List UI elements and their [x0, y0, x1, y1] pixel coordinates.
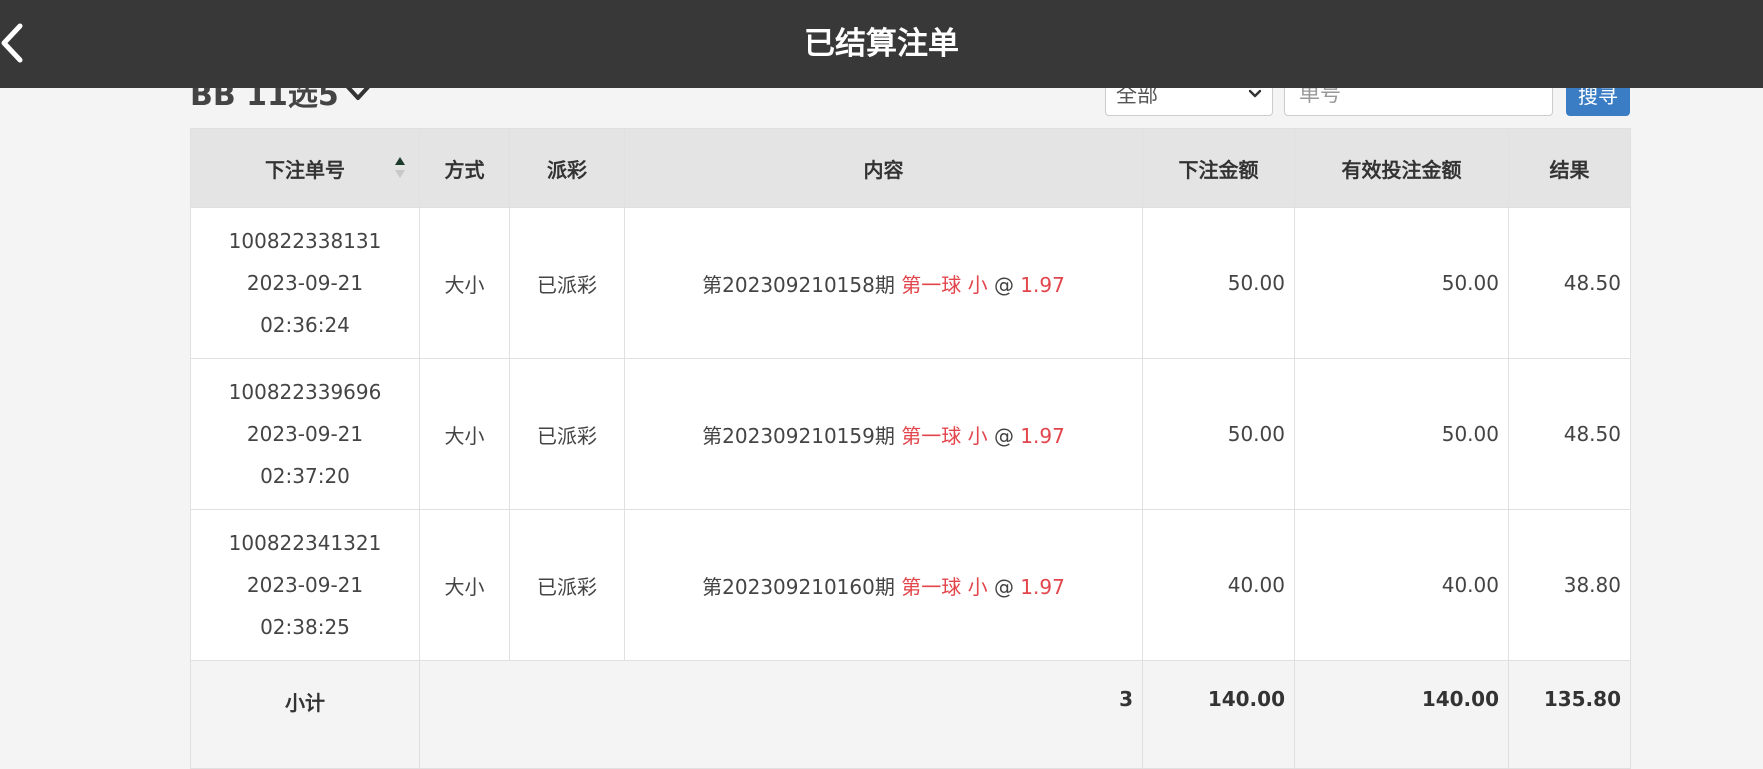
table-row: 100822339696 2023-09-21 02:37:20 大小 已派彩 …: [190, 358, 1631, 510]
selection-text: 第一球 小: [901, 423, 988, 448]
valid-amount-cell: 50.00: [1294, 358, 1509, 510]
selection-text: 第一球 小: [901, 574, 988, 599]
table-row: 100822338131 2023-09-21 02:36:24 大小 已派彩 …: [190, 207, 1631, 359]
content-cell: 第202309210160期 第一球 小 @ 1.97: [624, 509, 1143, 661]
at-sign: @: [993, 574, 1014, 599]
column-header-valid-amount: 有效投注金额: [1294, 128, 1509, 208]
method-cell: 大小: [419, 358, 510, 510]
bet-amount-cell: 50.00: [1142, 207, 1295, 359]
content-cell: 第202309210159期 第一球 小 @ 1.97: [624, 358, 1143, 510]
top-bar: 已结算注单: [0, 0, 1763, 88]
payout-cell: 已派彩: [509, 509, 625, 661]
subtotal-label: 小计: [190, 660, 420, 769]
order-date: 2023-09-21: [246, 271, 364, 295]
order-time: 02:38:25: [260, 615, 350, 639]
period-text: 第202309210160期: [702, 574, 895, 599]
payout-cell: 已派彩: [509, 358, 625, 510]
odds-text: 1.97: [1020, 423, 1065, 448]
order-time: 02:37:20: [260, 464, 350, 488]
period-text: 第202309210159期: [702, 423, 895, 448]
valid-amount-cell: 40.00: [1294, 509, 1509, 661]
bet-amount-cell: 50.00: [1142, 358, 1295, 510]
column-header-content: 内容: [624, 128, 1143, 208]
method-cell: 大小: [419, 207, 510, 359]
chevron-down-icon: [1248, 89, 1262, 98]
order-date: 2023-09-21: [246, 573, 364, 597]
column-header-result: 结果: [1508, 128, 1631, 208]
column-header-payout: 派彩: [509, 128, 625, 208]
bets-table: 下注单号 方式 派彩 内容 下注金额 有效投注金额 结果 10082233813…: [190, 128, 1631, 769]
subtotal-row: 小计 3 140.00 140.00 135.80: [190, 660, 1631, 769]
payout-cell: 已派彩: [509, 207, 625, 359]
table-header-row: 下注单号 方式 派彩 内容 下注金额 有效投注金额 结果: [190, 128, 1631, 208]
order-cell: 100822338131 2023-09-21 02:36:24: [190, 207, 420, 359]
order-time: 02:36:24: [260, 313, 350, 337]
subtotal-valid-amount: 140.00: [1294, 660, 1509, 769]
valid-amount-cell: 50.00: [1294, 207, 1509, 359]
result-cell: 48.50: [1508, 207, 1631, 359]
odds-text: 1.97: [1020, 574, 1065, 599]
order-number: 100822341321: [228, 531, 382, 555]
page-title: 已结算注单: [804, 26, 959, 62]
period-text: 第202309210158期: [702, 272, 895, 297]
odds-text: 1.97: [1020, 272, 1065, 297]
column-header-order-no[interactable]: 下注单号: [190, 128, 420, 208]
at-sign: @: [993, 272, 1014, 297]
column-header-method: 方式: [419, 128, 510, 208]
subtotal-count: 3: [419, 660, 1143, 769]
result-cell: 38.80: [1508, 509, 1631, 661]
order-cell: 100822341321 2023-09-21 02:38:25: [190, 509, 420, 661]
subtotal-result: 135.80: [1508, 660, 1631, 769]
order-date: 2023-09-21: [246, 422, 364, 446]
subtotal-bet-amount: 140.00: [1142, 660, 1295, 769]
order-cell: 100822339696 2023-09-21 02:37:20: [190, 358, 420, 510]
at-sign: @: [993, 423, 1014, 448]
table-row: 100822341321 2023-09-21 02:38:25 大小 已派彩 …: [190, 509, 1631, 661]
column-header-bet-amount: 下注金额: [1142, 128, 1295, 208]
order-number: 100822339696: [228, 380, 382, 404]
result-cell: 48.50: [1508, 358, 1631, 510]
sort-icon[interactable]: [393, 155, 407, 181]
bet-amount-cell: 40.00: [1142, 509, 1295, 661]
selection-text: 第一球 小: [901, 272, 988, 297]
order-number: 100822338131: [228, 229, 382, 253]
content-cell: 第202309210158期 第一球 小 @ 1.97: [624, 207, 1143, 359]
method-cell: 大小: [419, 509, 510, 661]
